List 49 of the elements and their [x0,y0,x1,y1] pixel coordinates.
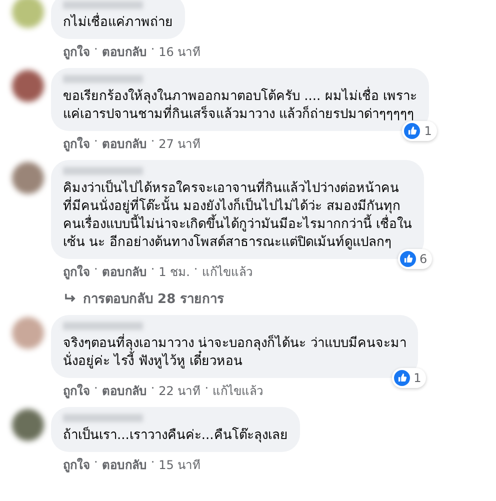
reaction-count: 1 [414,371,422,385]
action-link[interactable]: ตอบกลับ [102,455,147,474]
reply-arrow-icon [64,293,77,304]
view-replies-link[interactable]: การตอบกลับ 28 รายการ [83,288,224,309]
avatar[interactable] [12,70,44,102]
comment-time[interactable]: 15 นาที [158,455,201,474]
separator-dot: · [94,455,98,471]
reaction-badge[interactable]: 6 [398,249,432,269]
edited-label: แก้ไขแล้ว [212,383,264,400]
comment-time[interactable]: 1 ชม. [158,262,190,281]
action-link[interactable]: ตอบกลับ [102,42,147,61]
separator-dot: · [150,262,155,278]
comment-time[interactable]: 22 นาที [158,381,201,400]
comment-text: ถ้าเป็นเรา...เราวางคืนค่ะ...คืนโต๊ะลุงเลย [63,427,288,445]
reaction-badge[interactable]: 1 [402,121,437,141]
like-icon [404,123,420,139]
action-link[interactable]: ตอบกลับ [102,134,147,153]
comment-time[interactable]: 16 นาที [158,42,201,61]
action-link[interactable]: ถูกใจ [63,455,90,474]
reaction-count: 1 [424,124,432,138]
separator-dot: · [94,42,98,58]
comment-text: คิมงว่าเป็นไปได้หรอใครจะเอาจานที่กินแล้วไปว่างต่อหน้าคน ที่มีคนนั่งอยู่ที่โต๊ะนั้น มองยังไงก็เป็นไปไม่ได้ว่ะ สมองมีกันทุก คนเรื่องแบบนี้ไม่น่าจะเกิดขึ้นได้กูว่ามันมีอะไรมากกว่านี้ เชื่อใน เซ้น นะ อีกอย่างต้นทางโพสต์สาธารณะแต่ปิดเม้นท์ดูแปลกๆ [63,180,412,252]
avatar[interactable] [12,409,44,441]
separator-dot: · [150,381,155,397]
comment-text: จริงๆตอนที่ลุงเอามาวาง น่าจะบอกลุงก็ได้นะ ว่าแบบมีคนจะมา นั่งอยู่ค่ะ ไรงี้ ฟังหูไว้หู เดี๋ยวหอน [63,335,406,371]
edited-label: แก้ไขแล้ว [202,264,253,281]
avatar[interactable] [12,162,44,194]
separator-dot: · [94,262,98,278]
separator-dot: · [94,381,98,397]
separator-dot: · [150,42,155,58]
action-link[interactable]: ตอบกลับ [102,262,147,281]
separator-dot: · [94,134,98,150]
action-link[interactable]: ถูกใจ [63,42,90,61]
action-link[interactable]: ถูกใจ [63,381,90,400]
comment-time[interactable]: 27 นาที [158,134,201,153]
separator-dot: · [204,381,209,397]
separator-dot: · [150,134,155,150]
avatar[interactable] [12,317,44,349]
reaction-count: 6 [420,252,428,266]
separator-dot: · [194,262,198,278]
separator-dot: · [150,455,155,471]
reaction-badge[interactable]: 1 [392,368,426,388]
action-link[interactable]: ถูกใจ [63,134,90,153]
like-icon [394,370,410,386]
like-icon [400,251,416,267]
action-link[interactable]: ถูกใจ [63,262,90,281]
comment-text: ขอเรียกร้องให้ลุงในภาพออกมาตอบโต้ครับ .... ผมไม่เชื่อ เพราะ แค่เอารปจานชามที่กินเสร็จแล้วมาวาง แล้วก็ถ่ายรปมาด่าๆๆๆๆๆ [63,88,417,124]
action-link[interactable]: ตอบกลับ [102,381,147,400]
comment-text: กไม่เชื่อแค่ภาพถ่าย [63,14,173,32]
